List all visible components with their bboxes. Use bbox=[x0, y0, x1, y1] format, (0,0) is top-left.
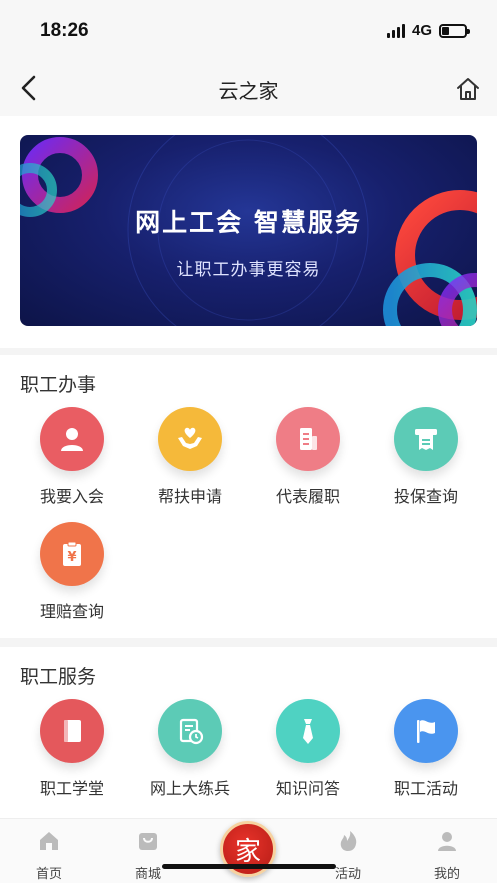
nav-bar: 云之家 bbox=[0, 60, 497, 116]
affairs-item-aid[interactable]: 帮扶申请 bbox=[131, 407, 249, 507]
section-title: 职工办事 bbox=[20, 374, 97, 396]
section-services: 职工服务 职工学堂 网上大练兵 知识问答 职工活动 bbox=[0, 647, 497, 818]
signal-icon bbox=[386, 23, 405, 38]
tab-mall[interactable]: 商城 bbox=[113, 829, 183, 882]
svg-text:¥: ¥ bbox=[67, 550, 76, 565]
yen-clipboard-icon: ¥ bbox=[40, 522, 104, 586]
item-label: 投保查询 bbox=[393, 487, 458, 506]
status-bar: 18:26 4G bbox=[0, 0, 497, 60]
item-label: 代表履职 bbox=[275, 487, 340, 506]
home-indicator bbox=[162, 864, 336, 869]
heart-hands-icon bbox=[158, 407, 222, 471]
banner-section: 网上工会 智慧服务 让职工办事更容易 bbox=[0, 116, 497, 348]
affairs-item-join[interactable]: 我要入会 bbox=[13, 407, 131, 507]
tab-home[interactable]: 首页 bbox=[14, 829, 84, 882]
tab-bar: 首页 商城 家 活动 我的 bbox=[0, 818, 497, 883]
item-label: 我要入会 bbox=[39, 487, 104, 506]
tie-icon bbox=[276, 699, 340, 763]
home-tab-icon bbox=[40, 832, 58, 850]
item-label: 知识问答 bbox=[275, 779, 340, 798]
services-item-activities[interactable]: 职工活动 bbox=[367, 699, 485, 799]
affairs-item-claims[interactable]: ¥ 理赔查询 bbox=[13, 522, 131, 622]
flag-icon bbox=[394, 699, 458, 763]
status-time: 18:26 bbox=[40, 20, 89, 41]
banner-headline: 网上工会 智慧服务 bbox=[135, 208, 362, 237]
item-label: 网上大练兵 bbox=[149, 779, 230, 798]
services-item-school[interactable]: 职工学堂 bbox=[13, 699, 131, 799]
section-affairs: 职工办事 我要入会 帮扶申请 代表履职 投保查询 ¥ 理赔查询 bbox=[0, 355, 497, 638]
banner-subline: 让职工办事更容易 bbox=[176, 260, 321, 280]
home-icon[interactable] bbox=[455, 76, 481, 102]
battery-icon bbox=[439, 23, 470, 38]
item-label: 理赔查询 bbox=[39, 602, 104, 621]
item-label: 职工活动 bbox=[393, 779, 458, 798]
status-indicators: 4G bbox=[386, 22, 470, 39]
bag-icon bbox=[139, 833, 157, 850]
tab-label: 首页 bbox=[35, 867, 62, 882]
book-icon bbox=[40, 699, 104, 763]
affairs-item-insurance[interactable]: 投保查询 bbox=[367, 407, 485, 507]
section-title: 职工服务 bbox=[20, 666, 97, 688]
services-item-training[interactable]: 网上大练兵 bbox=[131, 699, 249, 799]
tab-label: 我的 bbox=[433, 867, 460, 882]
receipt-icon bbox=[394, 407, 458, 471]
item-label: 帮扶申请 bbox=[157, 487, 222, 506]
profile-icon bbox=[438, 832, 456, 851]
schedule-icon bbox=[158, 699, 222, 763]
services-item-quiz[interactable]: 知识问答 bbox=[249, 699, 367, 799]
document-icon bbox=[276, 407, 340, 471]
promo-banner[interactable]: 网上工会 智慧服务 让职工办事更容易 bbox=[20, 135, 477, 326]
tab-mine[interactable]: 我的 bbox=[412, 829, 482, 882]
page-title: 云之家 bbox=[218, 79, 279, 103]
tab-activities[interactable]: 活动 bbox=[313, 829, 383, 882]
affairs-item-duty[interactable]: 代表履职 bbox=[249, 407, 367, 507]
user-icon bbox=[40, 407, 104, 471]
flame-icon bbox=[340, 831, 357, 851]
item-label: 职工学堂 bbox=[39, 779, 104, 798]
network-label: 4G bbox=[411, 22, 432, 39]
